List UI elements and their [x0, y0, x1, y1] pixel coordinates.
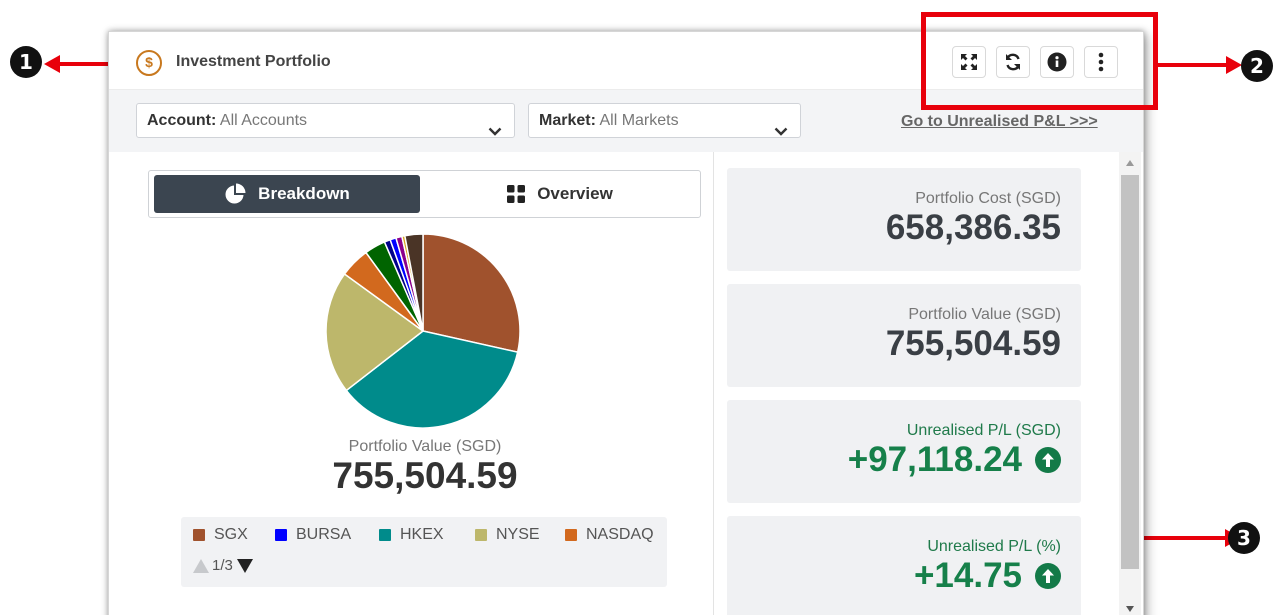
callout-2-arrow — [1158, 63, 1228, 67]
legend-label: SGX — [214, 526, 248, 543]
unrealised-pl-sgd-card: Unrealised P/L (SGD) +97,118.24 — [727, 400, 1081, 503]
arrow-up-circle-icon — [1035, 563, 1061, 589]
portfolio-value-card: Portfolio Value (SGD) 755,504.59 — [727, 284, 1081, 387]
legend-label: NASDAQ — [586, 526, 654, 543]
callout-3: 3 — [1228, 522, 1260, 554]
market-select-label: Market: — [539, 112, 596, 129]
legend-swatch — [565, 529, 577, 541]
scroll-up-arrow-icon[interactable] — [1126, 160, 1134, 166]
legend-pager: 1/3 — [193, 557, 253, 574]
legend-swatch — [193, 529, 205, 541]
tab-overview[interactable]: Overview — [424, 175, 696, 213]
card-value: 658,386.35 — [886, 208, 1061, 248]
breakdown-pane: Breakdown Overview Portfolio Value (SGD)… — [109, 152, 713, 615]
scrollbar[interactable] — [1119, 152, 1141, 615]
account-select-value: All Accounts — [219, 112, 308, 129]
legend-item-nyse[interactable]: NYSE — [475, 526, 540, 544]
card-value-text: +97,118.24 — [847, 440, 1022, 479]
callout-3-arrow — [1143, 536, 1227, 540]
card-value-text: +14.75 — [913, 556, 1022, 595]
chart-legend: SGX BURSA HKEX NYSE NASDAQ 1/3 — [181, 517, 667, 587]
legend-label: NYSE — [496, 526, 540, 543]
pie-center-label: Portfolio Value (SGD) — [348, 438, 502, 455]
legend-swatch — [475, 529, 487, 541]
legend-item-sgx[interactable]: SGX — [193, 526, 248, 544]
pie-center-value: 755,504.59 — [332, 455, 518, 496]
pie-chart-icon — [224, 183, 246, 205]
unrealised-pl-percent-card: Unrealised P/L (%) +14.75 — [727, 516, 1081, 615]
widget-content: Breakdown Overview Portfolio Value (SGD)… — [109, 152, 1143, 615]
card-label: Unrealised P/L (SGD) — [906, 422, 1061, 439]
arrow-up-circle-icon — [1035, 447, 1061, 473]
portfolio-pie-chart — [325, 233, 521, 429]
card-label: Unrealised P/L (%) — [927, 538, 1061, 555]
callout-2: 2 — [1241, 50, 1273, 82]
tab-overview-label: Overview — [537, 184, 613, 203]
tab-breakdown-label: Breakdown — [258, 184, 350, 203]
legend-label: HKEX — [400, 526, 444, 543]
chevron-down-icon — [488, 115, 502, 148]
legend-swatch — [275, 529, 287, 541]
legend-item-bursa[interactable]: BURSA — [275, 526, 351, 544]
account-select[interactable]: Account: All Accounts — [136, 103, 515, 138]
legend-swatch — [379, 529, 391, 541]
callout-2-arrow-head — [1226, 56, 1242, 74]
tab-breakdown[interactable]: Breakdown — [154, 175, 420, 213]
widget-title: Investment Portfolio — [176, 53, 331, 70]
card-value: +97,118.24 — [848, 440, 1061, 480]
scrollbar-thumb[interactable] — [1121, 175, 1139, 569]
toolbar-highlight-box — [921, 12, 1158, 110]
callout-1: 1 — [10, 46, 42, 78]
card-value: +14.75 — [914, 556, 1061, 596]
portfolio-cost-card: Portfolio Cost (SGD) 658,386.35 — [727, 168, 1081, 271]
market-select[interactable]: Market: All Markets — [528, 103, 801, 138]
pane-divider — [713, 152, 714, 615]
dollar-coin-icon: $ — [136, 50, 162, 76]
card-value-text: 658,386.35 — [885, 208, 1061, 247]
legend-next-page-button[interactable] — [236, 558, 253, 573]
investment-portfolio-widget: $ Investment Portfolio Account: All Acco… — [108, 31, 1144, 615]
legend-item-hkex[interactable]: HKEX — [379, 526, 444, 544]
market-select-value: All Markets — [599, 112, 679, 129]
card-value-text: 755,504.59 — [885, 324, 1061, 363]
card-label: Portfolio Cost (SGD) — [915, 190, 1061, 207]
grid-icon — [507, 185, 526, 203]
legend-prev-page-button[interactable] — [193, 558, 209, 573]
chevron-down-icon — [774, 115, 788, 148]
card-label: Portfolio Value (SGD) — [908, 306, 1061, 323]
scroll-down-arrow-icon[interactable] — [1126, 606, 1134, 612]
legend-item-nasdaq[interactable]: NASDAQ — [565, 526, 654, 544]
legend-label: BURSA — [296, 526, 352, 543]
unrealised-pl-link[interactable]: Go to Unrealised P&L >>> — [901, 113, 1098, 131]
view-toggle: Breakdown Overview — [148, 170, 701, 218]
card-value: 755,504.59 — [886, 324, 1061, 364]
legend-page-indicator: 1/3 — [212, 557, 233, 574]
account-select-label: Account: — [147, 112, 217, 129]
